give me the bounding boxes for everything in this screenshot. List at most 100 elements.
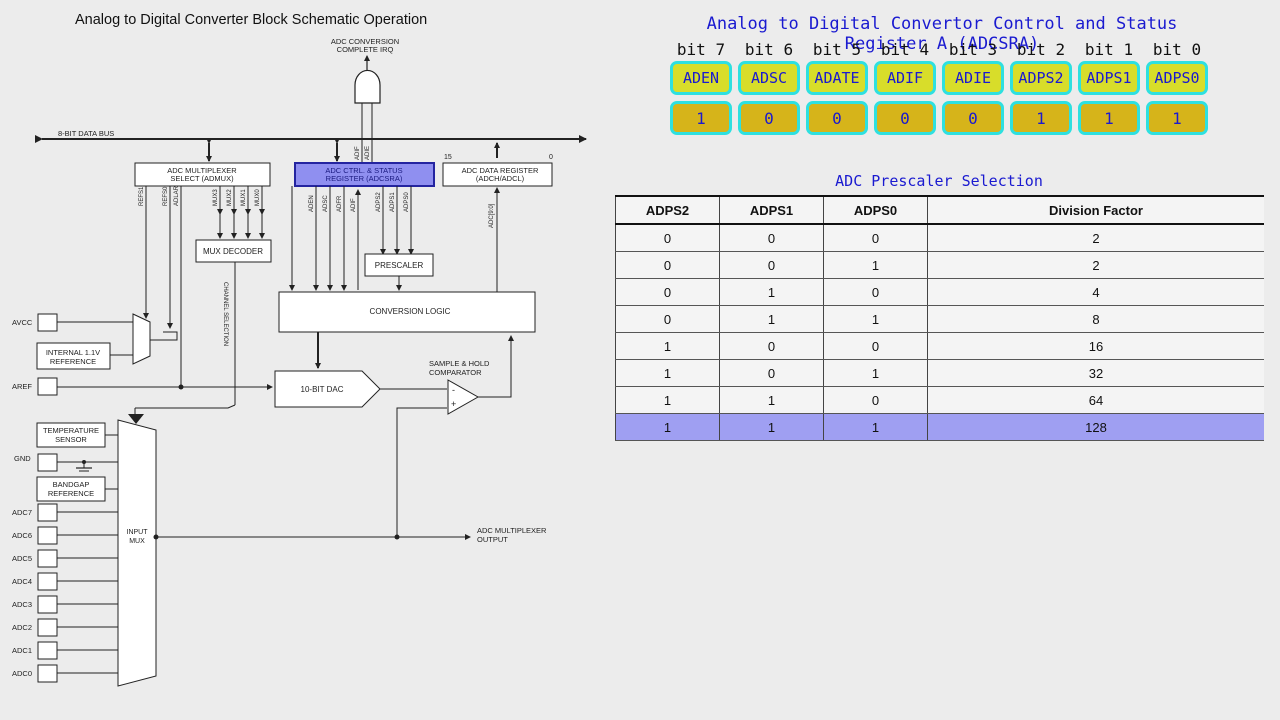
- register-bit-value: 1: [1010, 101, 1072, 135]
- gnd-label: GND: [14, 454, 31, 463]
- comparator-minus: -: [452, 385, 455, 395]
- table-cell: 1: [823, 413, 928, 441]
- register-bit-name: ADPS0: [1146, 61, 1208, 95]
- irq-label-2: COMPLETE IRQ: [337, 45, 394, 54]
- bit-label: bit 7: [676, 40, 726, 59]
- table-cell: 4: [927, 278, 1264, 306]
- adps0-label: ADPS0: [404, 192, 410, 212]
- refs1-label: REFS1: [139, 186, 145, 206]
- adif-label: ADIF: [355, 146, 361, 160]
- table-cell: 0: [615, 278, 720, 306]
- internal-ref-label: INTERNAL 1.1V: [46, 348, 100, 357]
- adc-pin-label: ADC3: [12, 600, 32, 609]
- adc-pin-label: ADC7: [12, 508, 32, 517]
- data-bus-label: 8-BIT DATA BUS: [58, 129, 114, 138]
- adc-pin: [37, 618, 58, 637]
- avcc-pin: [37, 313, 58, 332]
- prescaler-label: PRESCALER: [375, 261, 424, 270]
- adc-pin: [37, 526, 58, 545]
- input-mux-label: INPUT: [127, 529, 149, 536]
- adc-pin: [37, 503, 58, 522]
- adcdata-label-2: (ADCH/ADCL): [476, 174, 525, 183]
- table-cell: 1: [615, 332, 720, 360]
- table-cell: 0: [615, 224, 720, 252]
- register-bit-value: 0: [738, 101, 800, 135]
- bit0-label: 0: [549, 154, 553, 161]
- table-cell: 0: [823, 332, 928, 360]
- bit-label: bit 5: [812, 40, 862, 59]
- adie-label: ADIE: [365, 146, 371, 160]
- table-cell: 128: [927, 413, 1264, 441]
- table-cell: 1: [719, 278, 824, 306]
- table-cell: 0: [719, 251, 824, 279]
- avcc-label: AVCC: [12, 318, 33, 327]
- table-cell: 0: [719, 359, 824, 387]
- table-cell: 1: [823, 359, 928, 387]
- mux-decoder-label: MUX DECODER: [203, 247, 263, 256]
- mux-output-label: ADC MULTIPLEXER: [477, 526, 547, 535]
- adlar-label: ADLAR: [174, 185, 180, 206]
- register-bit-value: 0: [874, 101, 936, 135]
- bit-label: bit 2: [1016, 40, 1066, 59]
- prescaler-table-title: ADC Prescaler Selection: [835, 172, 1043, 190]
- sample-hold-label: SAMPLE & HOLD: [429, 359, 490, 368]
- schematic-title: Analog to Digital Converter Block Schema…: [75, 12, 427, 28]
- table-cell: 0: [823, 386, 928, 414]
- table-header-cell: ADPS1: [719, 195, 824, 225]
- table-row: 0002: [615, 224, 1264, 252]
- adc-pin-label: ADC1: [12, 646, 32, 655]
- adc-pin: [37, 549, 58, 568]
- adc-pin: [37, 641, 58, 660]
- table-row: 0104: [615, 278, 1264, 306]
- table-cell: 1: [719, 305, 824, 333]
- adc-pin-label: ADC0: [12, 669, 32, 678]
- register-bit-name: ADIF: [874, 61, 936, 95]
- register-bit-name: ADPS1: [1078, 61, 1140, 95]
- input-mux-label-2: MUX: [129, 538, 145, 545]
- table-row: 0118: [615, 305, 1264, 333]
- bit-label: bit 0: [1152, 40, 1202, 59]
- register-bit-value: 0: [942, 101, 1004, 135]
- mux3-label: MUX3: [213, 189, 219, 206]
- table-header-cell: Division Factor: [927, 195, 1264, 225]
- aden-label: ADEN: [309, 195, 315, 212]
- adc-pin: [37, 595, 58, 614]
- bandgap-label: BANDGAP: [53, 480, 90, 489]
- refs0-label: REFS0: [163, 186, 169, 206]
- bandgap-label-2: REFERENCE: [48, 489, 94, 498]
- table-cell: 1: [719, 386, 824, 414]
- table-cell: 32: [927, 359, 1264, 387]
- register-bit-name: ADATE: [806, 61, 868, 95]
- aref-label: AREF: [12, 382, 32, 391]
- table-cell: 1: [719, 413, 824, 441]
- channel-selection-label: CHANNEL SELECTION: [222, 282, 228, 346]
- table-cell: 64: [927, 386, 1264, 414]
- comparator-plus: +: [451, 399, 456, 409]
- table-row: 1 1 0 64: [615, 386, 1264, 414]
- table-row: 1 0 1 32: [615, 359, 1264, 387]
- bit-label: bit 1: [1084, 40, 1134, 59]
- aref-pin: [37, 377, 58, 396]
- temp-sensor-label-2: SENSOR: [55, 435, 87, 444]
- table-cell: 1: [615, 413, 720, 441]
- adc-pin-label: ADC6: [12, 531, 32, 540]
- adc-pin: [37, 572, 58, 591]
- table-cell: 1: [615, 359, 720, 387]
- register-bit-value: 1: [1078, 101, 1140, 135]
- table-cell: 1: [823, 305, 928, 333]
- mux2-label: MUX2: [227, 189, 233, 206]
- register-bit-value: 1: [670, 101, 732, 135]
- table-cell: 2: [927, 224, 1264, 252]
- table-cell: 0: [823, 278, 928, 306]
- table-cell: 0: [615, 251, 720, 279]
- adc-input-pins: ADC7 ADC6 ADC5 ADC4 ADC3 ADC2 ADC1 ADC0: [12, 503, 118, 683]
- adc-bits-label: ADC[9:0]: [489, 203, 495, 228]
- adfr-label: ADFR: [337, 195, 343, 212]
- mux-output-label-2: OUTPUT: [477, 535, 508, 544]
- bit-label: bit 4: [880, 40, 930, 59]
- and-gate: [354, 69, 381, 104]
- table-header-cell: ADPS0: [823, 195, 928, 225]
- table-cell: 1: [823, 251, 928, 279]
- table-cell: 8: [927, 305, 1264, 333]
- admux-label-2: SELECT (ADMUX): [170, 174, 234, 183]
